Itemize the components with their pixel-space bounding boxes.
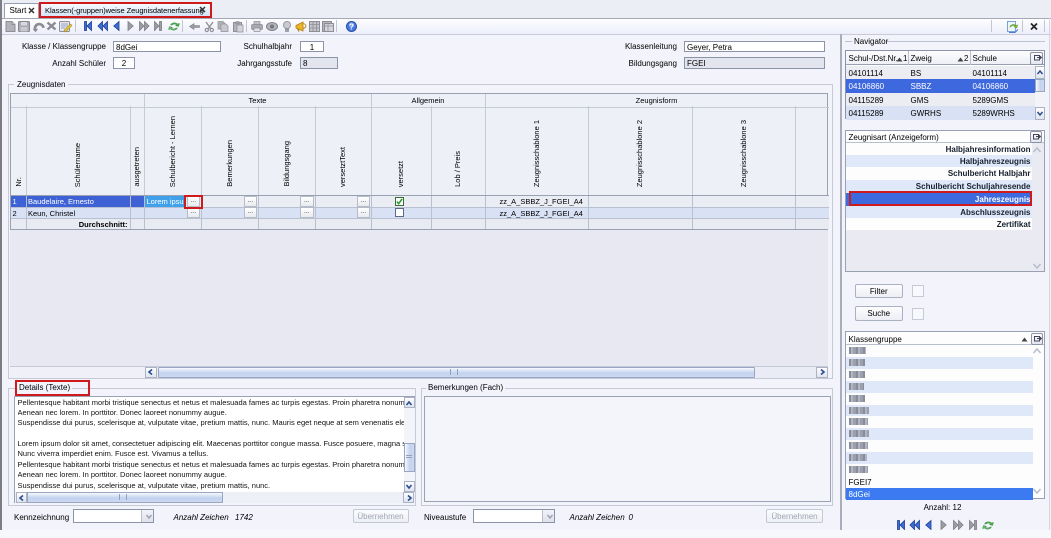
svg-text:?: ? [349,22,354,31]
